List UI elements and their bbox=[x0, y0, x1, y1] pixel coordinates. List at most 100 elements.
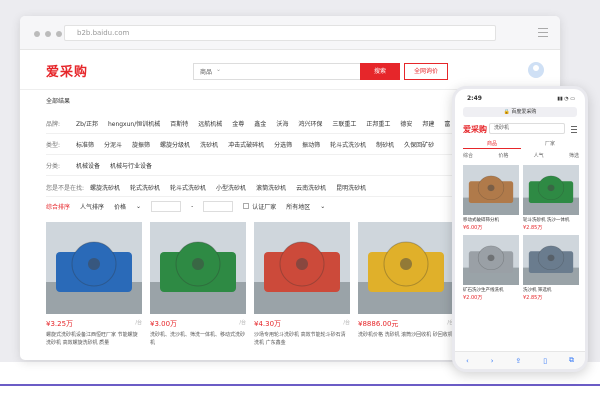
mobile-address-bar[interactable]: 🔒 百度爱采购 bbox=[463, 107, 577, 117]
product-image[interactable] bbox=[358, 222, 454, 314]
mobile-sort-item[interactable]: 综合 bbox=[463, 152, 473, 159]
product-image[interactable] bbox=[46, 222, 142, 314]
filter-option[interactable]: 沃海 bbox=[276, 119, 288, 128]
address-bar[interactable]: b2b.baidu.com bbox=[64, 25, 496, 41]
filter-option[interactable]: 洗砂机 bbox=[200, 140, 218, 149]
mobile-product-title: 矿石洗沙生产线洗机 bbox=[463, 288, 504, 293]
filter-option[interactable]: 昆明洗砂机 bbox=[336, 183, 366, 192]
filter-option[interactable]: 百斯特 bbox=[170, 119, 188, 128]
mobile-product-card[interactable]: 矿石洗沙生产线洗机 ¥2.00万 bbox=[463, 235, 519, 301]
inquiry-button[interactable]: 全网询价 bbox=[404, 63, 448, 80]
mobile-product-price: ¥2.00万 bbox=[463, 295, 483, 301]
mobile-sort-item[interactable]: 人气 bbox=[534, 152, 544, 159]
mobile-sort-item[interactable]: 筛选 bbox=[569, 152, 579, 159]
filter-options: 标准筛 分泥斗 旋振筛 螺旋分级机 洗砂机 冲击式破碎机 分选筛 振动筛 轮斗式洗沙机 制砂机 久保… bbox=[76, 140, 434, 149]
filter-option[interactable]: hengxun/恒训机械 bbox=[108, 119, 160, 128]
filter-option[interactable]: 滚筒洗砂机 bbox=[256, 183, 286, 192]
avatar[interactable] bbox=[528, 62, 544, 78]
product-image[interactable] bbox=[150, 222, 246, 314]
filter-option[interactable]: 久保回矿砂 bbox=[404, 140, 434, 149]
filter-option[interactable]: 邦建 bbox=[422, 119, 434, 128]
mobile-product-price: ¥2.85万 bbox=[523, 295, 543, 301]
product-card[interactable]: ¥4.30万/台 沙场专用轮斗洗砂机 高效节能轮斗砂石清洗机 广东鑫金 bbox=[254, 222, 350, 347]
filter-option[interactable]: 分选筛 bbox=[274, 140, 292, 149]
mobile-product-card[interactable]: 洗沙机 筛选机 ¥2.85万 bbox=[523, 235, 579, 301]
product-image[interactable] bbox=[254, 222, 350, 314]
price-max-input[interactable] bbox=[203, 201, 234, 212]
filter-option[interactable]: 轮式洗砂机 bbox=[130, 183, 160, 192]
product-description[interactable]: 螺旋式洗砂机设备江西恒旺厂家 节能螺旋洗砂机 高效螺旋洗砂机 质量 bbox=[46, 331, 142, 347]
mobile-sort-bar: 综合 价格 人气 筛选 bbox=[463, 152, 579, 159]
mobile-product-image[interactable] bbox=[463, 165, 519, 215]
price-min-input[interactable] bbox=[151, 201, 182, 212]
mobile-search-input[interactable]: 洗砂机 bbox=[489, 123, 565, 134]
filter-option[interactable]: 轮斗式洗砂机 bbox=[170, 183, 206, 192]
filter-option[interactable]: 德安 bbox=[400, 119, 412, 128]
filter-option[interactable]: 金尊 bbox=[232, 119, 244, 128]
mobile-product-title: 移动式破碎筛分机 bbox=[463, 218, 499, 223]
filter-option[interactable]: 机械与行业设备 bbox=[110, 161, 152, 170]
filter-option[interactable]: 振动筛 bbox=[302, 140, 320, 149]
mobile-product-image[interactable] bbox=[463, 235, 519, 285]
product-card[interactable]: ¥8886.00元/台 洗砂机价格 洗砂机 滚筒沙回收机 砂回收机 bbox=[358, 222, 454, 347]
forward-icon[interactable]: › bbox=[491, 357, 494, 365]
product-description[interactable]: 洗砂机价格 洗砂机 滚筒沙回收机 砂回收机 bbox=[358, 331, 454, 339]
sort-popularity[interactable]: 人气排序 bbox=[80, 202, 104, 211]
filter-label: 您是不是在找: bbox=[46, 184, 85, 192]
mobile-menu-icon[interactable] bbox=[571, 126, 577, 135]
product-price: ¥3.00万 bbox=[150, 320, 178, 328]
filter-option[interactable]: 螺旋分级机 bbox=[160, 140, 190, 149]
mobile-sort-item[interactable]: 价格 bbox=[498, 152, 508, 159]
back-icon[interactable]: ‹ bbox=[466, 357, 469, 365]
sort-price[interactable]: 价格 bbox=[114, 202, 126, 211]
site-logo[interactable]: 爱采购 bbox=[46, 61, 88, 80]
search-button[interactable]: 搜索 bbox=[360, 63, 400, 80]
filter-option[interactable]: 富 bbox=[444, 119, 450, 128]
verified-checkbox[interactable]: 认证厂家 bbox=[243, 202, 276, 211]
filter-option[interactable]: 轮斗式洗沙机 bbox=[330, 140, 366, 149]
filter-option[interactable]: 远航机械 bbox=[198, 119, 222, 128]
window-dot-icon[interactable] bbox=[34, 31, 40, 37]
filter-option[interactable]: 分泥斗 bbox=[104, 140, 122, 149]
filter-option[interactable]: 机械设备 bbox=[76, 161, 100, 170]
filter-option[interactable]: 云南洗砂机 bbox=[296, 183, 326, 192]
mobile-logo[interactable]: 爱采购 bbox=[463, 124, 487, 135]
product-description[interactable]: 沙场专用轮斗洗砂机 高效节能轮斗砂石清洗机 广东鑫金 bbox=[254, 331, 350, 347]
mobile-product-image[interactable] bbox=[523, 235, 579, 285]
product-card[interactable]: ¥3.00万/台 洗砂机、洗沙机、筛洗一体机、移动式洗砂机 bbox=[150, 222, 246, 347]
filter-label: 分类: bbox=[46, 162, 61, 170]
filter-option[interactable]: 制砂机 bbox=[376, 140, 394, 149]
filter-option[interactable]: 标准筛 bbox=[76, 140, 94, 149]
signal-battery-icon: ▮▮ ◔ ▭ bbox=[557, 96, 575, 102]
filter-option[interactable]: 正邦重工 bbox=[366, 119, 390, 128]
mobile-product-card[interactable]: 移动式破碎筛分机 ¥6.00万 bbox=[463, 165, 519, 231]
product-description[interactable]: 洗砂机、洗沙机、筛洗一体机、移动式洗砂机 bbox=[150, 331, 246, 347]
mobile-search-text: 洗砂机 bbox=[494, 125, 510, 131]
search-input[interactable]: 商品 ⌄ bbox=[193, 63, 361, 80]
filter-row-brand: 品牌: Zb/正邦 hengxun/恒训机械 百斯特 远航机械 金尊 鑫金 沃海 鸿兴环保 三联… bbox=[46, 114, 476, 132]
tabs-icon[interactable]: ⧉ bbox=[569, 356, 574, 365]
filter-option[interactable]: 鑫金 bbox=[254, 119, 266, 128]
filter-option[interactable]: 三联重工 bbox=[332, 119, 356, 128]
tab-products[interactable]: 商品 bbox=[463, 139, 521, 149]
sort-default[interactable]: 综合排序 bbox=[46, 202, 70, 211]
mobile-product-card[interactable]: 轮斗洗砂机 洗沙一体机 ¥2.85万 bbox=[523, 165, 579, 231]
filter-option[interactable]: 旋振筛 bbox=[132, 140, 150, 149]
tab-vendors[interactable]: 厂家 bbox=[521, 139, 579, 149]
share-icon[interactable]: ⇪ bbox=[515, 357, 521, 365]
window-dot-icon[interactable] bbox=[45, 31, 51, 37]
filter-option[interactable]: Zb/正邦 bbox=[76, 119, 98, 128]
product-card[interactable]: ¥3.25万/台 螺旋式洗砂机设备江西恒旺厂家 节能螺旋洗砂机 高效螺旋洗砂机 质… bbox=[46, 222, 142, 347]
window-controls bbox=[34, 31, 62, 37]
region-select[interactable]: 所有地区 bbox=[286, 202, 310, 211]
window-dot-icon[interactable] bbox=[56, 31, 62, 37]
bookmarks-icon[interactable]: ▯ bbox=[543, 357, 547, 365]
filter-option[interactable]: 螺旋洗砂机 bbox=[90, 183, 120, 192]
filter-option[interactable]: 鸿兴环保 bbox=[298, 119, 322, 128]
price-separator: - bbox=[191, 203, 194, 210]
search-category-select[interactable]: 商品 bbox=[200, 67, 212, 76]
menu-icon[interactable] bbox=[538, 28, 548, 40]
filter-option[interactable]: 冲击式破碎机 bbox=[228, 140, 264, 149]
mobile-product-image[interactable] bbox=[523, 165, 579, 215]
filter-option[interactable]: 小型洗砂机 bbox=[216, 183, 246, 192]
